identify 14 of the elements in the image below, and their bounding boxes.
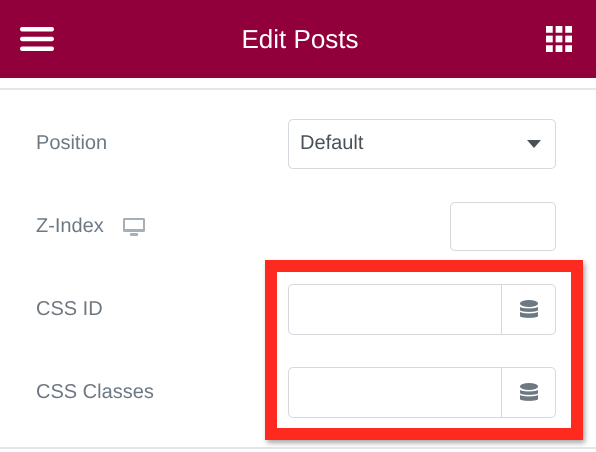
field-label: CSS Classes <box>36 381 154 404</box>
database-icon <box>520 300 538 320</box>
panel-title: Edit Posts <box>241 24 359 54</box>
select-dropdown[interactable]: Default <box>288 118 556 168</box>
apps-grid-icon[interactable] <box>546 26 572 52</box>
number-field[interactable] <box>450 202 556 251</box>
field-label: Position <box>36 132 108 155</box>
menu-icon[interactable] <box>20 27 54 51</box>
caret-icon <box>527 140 541 148</box>
input-field[interactable] <box>288 367 556 418</box>
database-icon <box>520 382 538 402</box>
input-field[interactable] <box>288 284 556 335</box>
field-label: Z-Index <box>36 215 104 238</box>
field-label: CSS ID <box>36 298 103 321</box>
